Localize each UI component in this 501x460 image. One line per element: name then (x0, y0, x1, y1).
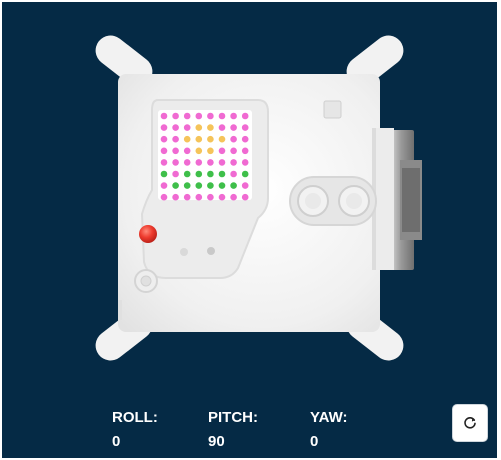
led-pixel (160, 135, 168, 143)
led-pixel (218, 170, 226, 178)
reset-button[interactable] (452, 404, 488, 442)
yaw-readout: YAW: 0 (310, 406, 348, 454)
led-pixel (241, 124, 249, 131)
pitch-value: 90 (208, 433, 225, 450)
led-pixel (241, 193, 249, 201)
indicator-hole-2 (207, 247, 215, 255)
led-pixel (183, 193, 191, 201)
led-pixel (207, 135, 214, 143)
led-pixel (183, 182, 191, 189)
led-pixel (230, 182, 237, 189)
twin-buttons[interactable] (289, 176, 377, 226)
led-pixel (160, 112, 168, 120)
pitch-label: PITCH: (208, 409, 258, 426)
led-pixel (218, 112, 226, 120)
refresh-icon (464, 417, 476, 429)
led-matrix-backing (158, 110, 252, 200)
roll-readout: ROLL: 0 (112, 406, 158, 454)
led-pixel (218, 147, 226, 155)
led-pixel (218, 159, 226, 166)
led-pixel (195, 182, 203, 189)
light-sensor (323, 100, 342, 119)
led-pixel (172, 182, 179, 189)
led-pixel (160, 147, 168, 155)
led-pixel (241, 170, 249, 178)
pitch-readout: PITCH: 90 (208, 406, 258, 454)
led-pixel (195, 170, 203, 178)
led-pixel (172, 159, 179, 166)
led-pixel (172, 147, 179, 155)
led-pixel (160, 193, 168, 201)
led-pixel (241, 182, 249, 189)
led-pixel (195, 193, 203, 201)
led-pixel (172, 135, 179, 143)
led-pixel (207, 147, 214, 155)
led-pixel (218, 182, 226, 189)
yaw-label: YAW: (310, 409, 348, 426)
led-pixel (183, 159, 191, 166)
bottom-connector (134, 269, 158, 293)
led-pixel (230, 147, 237, 155)
led-pixel (230, 193, 237, 201)
led-pixel (207, 170, 214, 178)
led-pixel (241, 147, 249, 155)
led-pixel (218, 124, 226, 131)
led-pixel (160, 159, 168, 166)
indicator-hole-1 (180, 248, 188, 256)
led-pixel (195, 124, 203, 131)
roll-label: ROLL: (112, 409, 158, 426)
led-pixel (218, 193, 226, 201)
led-pixel (195, 147, 203, 155)
roll-value: 0 (112, 433, 121, 450)
led-pixel (195, 112, 203, 120)
device-board (95, 35, 422, 361)
led-pixel (218, 135, 226, 143)
led-pixel (230, 112, 237, 120)
led-pixel (160, 124, 168, 131)
simulator-panel: ROLL: 0 PITCH: 90 YAW: 0 (2, 2, 497, 458)
led-pixel (230, 124, 237, 131)
led-pixel (241, 112, 249, 120)
led-pixel (230, 135, 237, 143)
led-pixel (172, 193, 179, 201)
led-pixel (160, 170, 168, 178)
led-pixel (172, 112, 179, 120)
led-pixel (183, 124, 191, 131)
led-pixel (183, 135, 191, 143)
led-pixel (195, 159, 203, 166)
led-pixel (207, 159, 214, 166)
led-pixel (230, 170, 237, 178)
led-pixel (241, 135, 249, 143)
led-pixel (207, 112, 214, 120)
led-pixel (207, 124, 214, 131)
led-pixel (172, 124, 179, 131)
led-pixel (207, 193, 214, 201)
led-pixel (230, 159, 237, 166)
led-pixel (195, 135, 203, 143)
led-pixel (241, 159, 249, 166)
led-pixel (183, 147, 191, 155)
led-pixel (183, 170, 191, 178)
led-pixel (160, 182, 168, 189)
yaw-value: 0 (310, 433, 319, 450)
led-pixel (183, 112, 191, 120)
led-pixel (207, 182, 214, 189)
led-pixel (172, 170, 179, 178)
red-button[interactable] (139, 225, 157, 243)
